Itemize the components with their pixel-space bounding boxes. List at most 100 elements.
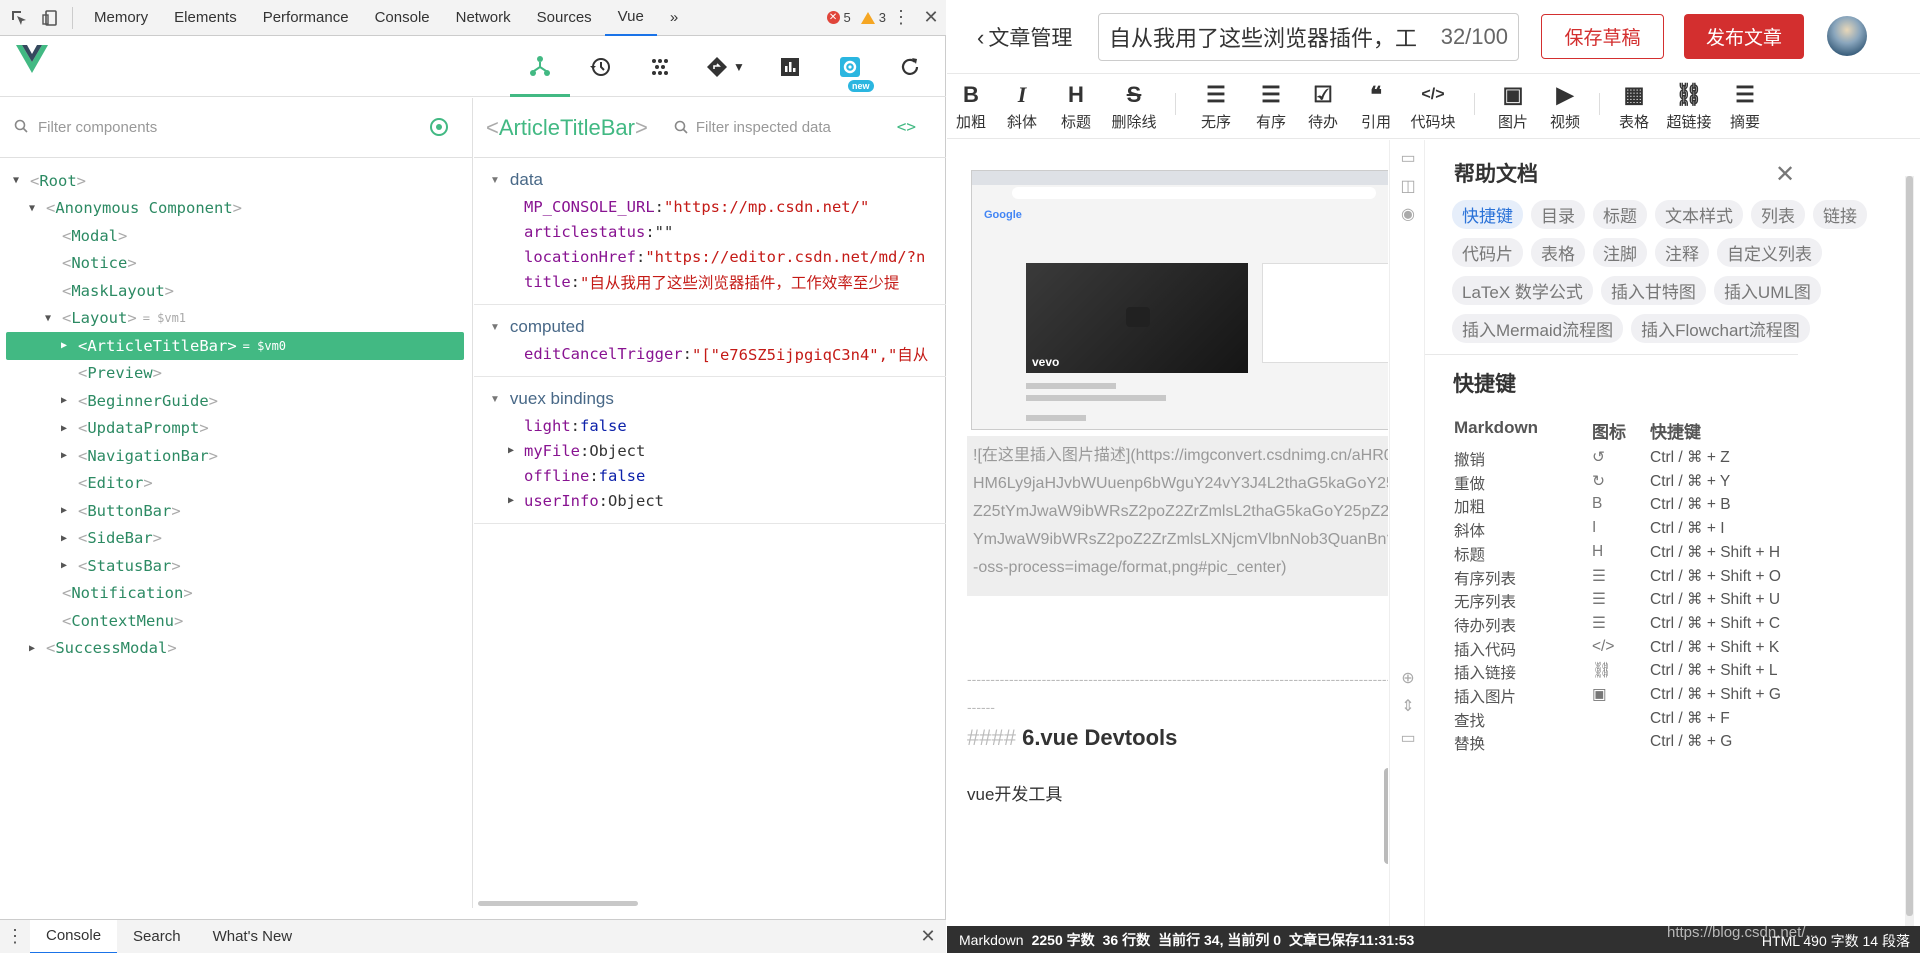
tree-node[interactable]: ▶ < ArticleTitleBar > = $vm0: [6, 332, 464, 360]
fullscreen-icon[interactable]: ▭: [1399, 730, 1417, 748]
tab-vue[interactable]: Vue: [604, 0, 657, 36]
close-devtools-icon[interactable]: ✕: [916, 7, 946, 28]
help-tag[interactable]: 代码片: [1452, 238, 1523, 267]
publish-article-button[interactable]: 发布文章: [1684, 14, 1804, 59]
help-tag[interactable]: 表格: [1531, 238, 1585, 267]
tree-node[interactable]: ▼ < Root >: [0, 167, 472, 195]
layout-single-icon[interactable]: ▭: [1399, 150, 1417, 168]
heading-button[interactable]: H 标题: [1049, 75, 1103, 139]
avatar[interactable]: [1827, 16, 1867, 56]
tree-node[interactable]: ▶ < BeginnerGuide >: [0, 387, 472, 415]
select-component-target-icon[interactable]: [430, 118, 448, 136]
help-tag[interactable]: 文本样式: [1655, 200, 1743, 229]
performance-tab-icon[interactable]: [760, 37, 820, 97]
tree-node[interactable]: ▶ < SideBar >: [0, 525, 472, 553]
component-filter[interactable]: Filter components: [0, 98, 472, 158]
expand-arrow-icon[interactable]: ▼: [10, 175, 22, 186]
tab-console[interactable]: Console: [362, 0, 443, 36]
help-tag[interactable]: LaTeX 数学公式: [1452, 276, 1593, 305]
preview-eye-icon[interactable]: ◉: [1399, 206, 1417, 224]
collapsed-arrow-icon[interactable]: ▶: [58, 505, 70, 516]
collapsed-arrow-icon[interactable]: ▶: [58, 340, 70, 351]
tree-node[interactable]: < Modal >: [0, 222, 472, 250]
issues-counter[interactable]: ✕ 5 3: [826, 10, 886, 25]
code-block-button[interactable]: </> 代码块: [1402, 75, 1464, 139]
editor-scrollbar[interactable]: [1384, 768, 1388, 864]
collapsed-arrow-icon[interactable]: ▶: [26, 643, 38, 654]
quote-button[interactable]: ❝ 引用: [1350, 75, 1402, 139]
tree-node[interactable]: < Notification >: [0, 580, 472, 608]
horizontal-scrollbar[interactable]: [478, 901, 638, 906]
collapsed-arrow-icon[interactable]: ▶: [508, 495, 524, 506]
italic-button[interactable]: I 斜体: [995, 75, 1049, 139]
help-tag[interactable]: 插入UML图: [1713, 276, 1821, 305]
collapsed-arrow-icon[interactable]: ▶: [58, 423, 70, 434]
sync-scroll-icon[interactable]: ⇕: [1399, 698, 1417, 716]
inspect-element-icon[interactable]: [6, 5, 32, 31]
tree-node[interactable]: < Editor >: [0, 470, 472, 498]
todo-list-button[interactable]: ☑ 待办: [1296, 75, 1350, 139]
tab-sources[interactable]: Sources: [524, 0, 605, 36]
strike-button[interactable]: S 删除线: [1103, 75, 1165, 139]
kebab-menu-icon[interactable]: ⋮: [886, 7, 916, 28]
collapsed-arrow-icon[interactable]: ▶: [58, 395, 70, 406]
collapsed-arrow-icon[interactable]: ▶: [58, 560, 70, 571]
drawer-tab-console[interactable]: Console: [30, 919, 118, 953]
help-tag[interactable]: 快捷键: [1452, 200, 1523, 229]
help-tag[interactable]: 注脚: [1593, 238, 1647, 267]
routing-tab-icon[interactable]: ▼: [690, 37, 760, 97]
device-toolbar-icon[interactable]: [38, 5, 64, 31]
help-tag[interactable]: 列表: [1751, 200, 1805, 229]
help-tag[interactable]: 自定义列表: [1717, 238, 1822, 267]
help-tag[interactable]: 插入Flowchart流程图: [1631, 314, 1810, 343]
collapsed-arrow-icon[interactable]: ▶: [58, 450, 70, 461]
tree-node[interactable]: ▶ < NavigationBar >: [0, 442, 472, 470]
drawer-menu-icon[interactable]: ⋮: [0, 926, 30, 947]
tab-elements[interactable]: Elements: [161, 0, 250, 36]
unordered-list-button[interactable]: ☰ 无序: [1186, 75, 1246, 139]
history-tab-icon[interactable]: [570, 37, 630, 97]
video-button[interactable]: ▶ 视频: [1541, 75, 1589, 139]
expand-arrow-icon[interactable]: ▼: [42, 313, 54, 324]
components-tab-icon[interactable]: [510, 37, 570, 97]
tree-node[interactable]: ▼ < Layout > = $vm1: [0, 305, 472, 333]
collapsed-arrow-icon[interactable]: ▶: [58, 533, 70, 544]
section-header[interactable]: ▼ vuex bindings: [474, 385, 946, 413]
tab-performance[interactable]: Performance: [250, 0, 362, 36]
tree-node[interactable]: < MaskLayout >: [0, 277, 472, 305]
inspect-dom-icon[interactable]: <>: [897, 117, 916, 136]
help-scrollbar[interactable]: [1905, 176, 1914, 926]
image-button[interactable]: ▣ 图片: [1485, 75, 1541, 139]
expand-arrow-icon[interactable]: ▼: [26, 203, 38, 214]
markdown-editor[interactable]: Google vevo ![在这里插入图片描述](https://imgconv…: [947, 140, 1388, 926]
refresh-icon[interactable]: [880, 37, 940, 97]
save-draft-button[interactable]: 保存草稿: [1541, 14, 1664, 59]
tab-memory[interactable]: Memory: [81, 0, 161, 36]
help-tag[interactable]: 标题: [1593, 200, 1647, 229]
tree-node[interactable]: < Notice >: [0, 250, 472, 278]
section-header[interactable]: ▼ data: [474, 166, 946, 194]
inspector-property[interactable]: ▶ myFile: Object: [474, 438, 946, 463]
drawer-tab-search[interactable]: Search: [117, 920, 197, 953]
help-tag[interactable]: 插入Mermaid流程图: [1452, 314, 1624, 343]
settings-tab-icon[interactable]: new: [820, 37, 880, 97]
tree-node[interactable]: ▼ < Anonymous Component >: [0, 195, 472, 223]
tree-node[interactable]: < ContextMenu >: [0, 607, 472, 635]
collapsed-arrow-icon[interactable]: ▶: [508, 445, 524, 456]
link-button[interactable]: ⛓ 超链接: [1658, 75, 1720, 139]
close-help-icon[interactable]: ✕: [1775, 160, 1795, 189]
vuex-tab-icon[interactable]: [630, 37, 690, 97]
help-tag[interactable]: 注释: [1655, 238, 1709, 267]
close-drawer-icon[interactable]: ✕: [910, 926, 946, 947]
table-button[interactable]: ▦ 表格: [1610, 75, 1658, 139]
back-to-articles-link[interactable]: ‹ 文章管理: [977, 22, 1072, 52]
help-tag[interactable]: 插入甘特图: [1600, 276, 1706, 305]
tree-node[interactable]: ▶ < StatusBar >: [0, 552, 472, 580]
section-header[interactable]: ▼ computed: [474, 313, 946, 341]
locate-icon[interactable]: ⊕: [1399, 670, 1417, 688]
help-tag[interactable]: 链接: [1813, 200, 1867, 229]
tab-network[interactable]: Network: [443, 0, 524, 36]
more-tabs-button[interactable]: »: [657, 0, 691, 36]
summary-button[interactable]: ☰ 摘要: [1720, 75, 1770, 139]
help-tag[interactable]: 目录: [1531, 200, 1585, 229]
